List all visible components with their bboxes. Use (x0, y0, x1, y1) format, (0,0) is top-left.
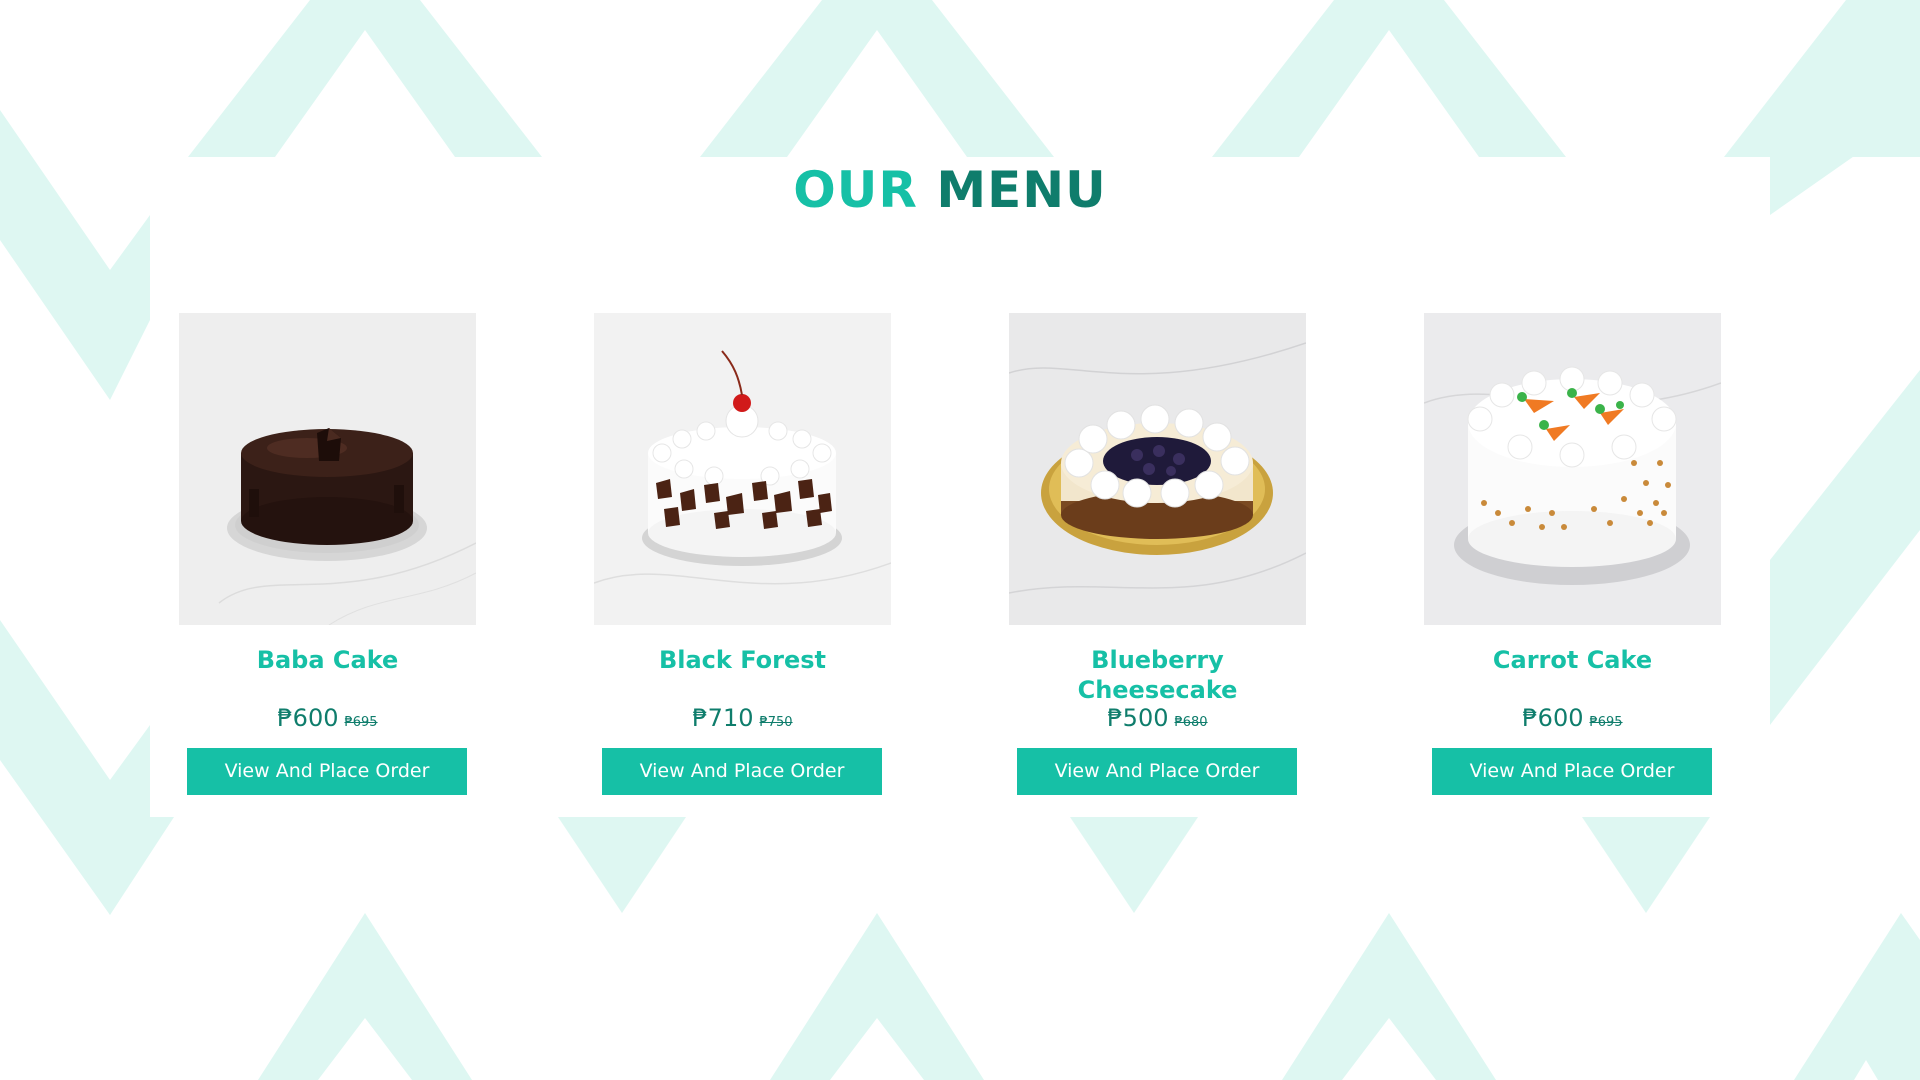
view-and-place-order-button[interactable]: View And Place Order (1432, 748, 1712, 795)
view-and-place-order-button[interactable]: View And Place Order (1017, 748, 1297, 795)
product-card-blueberry-cheesecake: Blueberry Cheesecake ₱500 ₱680 View And P… (1009, 313, 1306, 813)
product-price: ₱500 ₱680 (1009, 703, 1306, 733)
original-price: ₱695 (344, 715, 378, 730)
product-price: ₱600 ₱695 (179, 703, 476, 733)
chocolate-cake-image[interactable] (179, 313, 476, 625)
original-price: ₱695 (1589, 715, 1623, 730)
current-price: ₱500 (1107, 704, 1169, 732)
product-name[interactable]: Black Forest (594, 645, 891, 675)
product-name[interactable]: Blueberry Cheesecake (1009, 645, 1306, 705)
black-forest-cake-image[interactable] (594, 313, 891, 625)
section-heading: OUR MENU (0, 162, 1900, 218)
product-price: ₱600 ₱695 (1424, 703, 1721, 733)
product-card-carrot-cake: Carrot Cake ₱600 ₱695 View And Place Orde… (1424, 313, 1721, 813)
product-name[interactable]: Baba Cake (179, 645, 476, 675)
carrot-cake-image[interactable] (1424, 313, 1721, 625)
product-card-baba-cake: Baba Cake ₱600 ₱695 View And Place Order (179, 313, 476, 813)
current-price: ₱600 (1522, 704, 1584, 732)
view-and-place-order-button[interactable]: View And Place Order (602, 748, 882, 795)
blueberry-cheesecake-image[interactable] (1009, 313, 1306, 625)
current-price: ₱710 (692, 704, 754, 732)
heading-word-our: OUR (793, 161, 918, 219)
heading-word-menu: MENU (936, 161, 1107, 219)
view-and-place-order-button[interactable]: View And Place Order (187, 748, 467, 795)
original-price: ₱750 (759, 715, 793, 730)
product-name[interactable]: Carrot Cake (1424, 645, 1721, 675)
product-price: ₱710 ₱750 (594, 703, 891, 733)
current-price: ₱600 (277, 704, 339, 732)
original-price: ₱680 (1174, 715, 1208, 730)
product-card-black-forest: Black Forest ₱710 ₱750 View And Place Ord… (594, 313, 891, 813)
